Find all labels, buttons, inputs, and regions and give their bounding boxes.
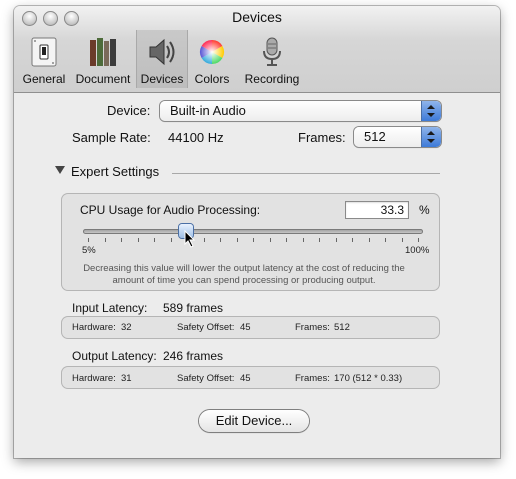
input-latency-value: 589 frames: [163, 301, 224, 315]
percent-unit: %: [419, 203, 430, 217]
device-popup[interactable]: Built-in Audio: [160, 101, 441, 121]
slider-tick: [137, 238, 139, 242]
slider-tick: [385, 238, 386, 242]
output-latency-label: Output Latency:: [72, 349, 157, 363]
slider-tick: [286, 238, 287, 242]
device-label: Device:: [107, 103, 151, 118]
edit-device-button[interactable]: Edit Device...: [199, 410, 309, 432]
slider-tick: [104, 238, 106, 242]
microphone-icon: [263, 37, 281, 66]
slider-tick: [220, 238, 221, 242]
output-frames-value: 170 (512 * 0.33): [334, 373, 403, 384]
cpu-usage-label: CPU Usage for Audio Processing:: [80, 203, 261, 217]
speaker-icon: [149, 38, 175, 66]
frames-label: Frames:: [298, 130, 346, 145]
slider-tick: [335, 238, 337, 242]
output-safety-value: 45: [240, 373, 251, 384]
chevron-updown-icon: [421, 127, 441, 147]
slider-tick: [154, 238, 155, 242]
slider-tick: [253, 238, 254, 242]
input-safety-label: Safety Offset:: [177, 322, 235, 333]
cpu-usage-value: 33.3: [380, 203, 404, 217]
slider-tick: [269, 238, 271, 242]
frames-popup[interactable]: 512: [354, 127, 441, 147]
output-hardware-label: Hardware:: [72, 373, 116, 384]
slider-tick: [368, 238, 370, 242]
sample-rate-label: Sample Rate:: [72, 130, 151, 145]
input-safety-value: 45: [240, 322, 251, 333]
slider-tick: [203, 238, 205, 242]
toolbar-recording[interactable]: Recording: [236, 30, 308, 88]
slider-tick: [170, 238, 172, 242]
chevron-updown-icon: [421, 101, 441, 121]
toolbar-colors[interactable]: Colors: [190, 30, 234, 88]
output-safety-label: Safety Offset:: [177, 373, 235, 384]
cpu-usage-hint: Decreasing this value will lower the out…: [83, 263, 405, 286]
slider-tick: [236, 238, 238, 242]
frames-value: 512: [364, 129, 386, 144]
input-frames-label: Frames:: [295, 322, 330, 333]
cpu-usage-field[interactable]: 33.3: [345, 201, 409, 219]
slider-tick: [401, 238, 403, 242]
output-hardware-value: 31: [121, 373, 132, 384]
toolbar-recording-label: Recording: [244, 72, 300, 86]
cpu-usage-slider-track[interactable]: [83, 229, 423, 234]
toolbar-document[interactable]: Document: [72, 30, 134, 88]
mouse-cursor-icon: [184, 230, 196, 248]
slider-tick: [121, 238, 122, 242]
slider-tick: [319, 238, 320, 242]
input-latency-label: Input Latency:: [72, 301, 148, 315]
output-frames-label: Frames:: [295, 373, 330, 384]
books-icon: [90, 38, 116, 66]
slider-tick: [302, 238, 304, 242]
expert-settings-title: Expert Settings: [71, 164, 160, 179]
toolbar-colors-label: Colors: [194, 72, 230, 86]
sample-rate-value: 44100 Hz: [168, 130, 224, 145]
disclosure-triangle-icon[interactable]: [55, 166, 65, 174]
toolbar-devices[interactable]: Devices: [136, 30, 188, 88]
input-hardware-label: Hardware:: [72, 322, 116, 333]
slider-tick: [88, 238, 89, 242]
section-divider: [172, 173, 440, 174]
input-frames-value: 512: [334, 322, 350, 333]
toolbar-general[interactable]: General: [18, 30, 70, 88]
toolbar-general-label: General: [22, 72, 66, 86]
output-latency-value: 246 frames: [163, 349, 224, 363]
slider-tick: [418, 238, 419, 242]
device-value: Built-in Audio: [170, 103, 246, 118]
switch-icon: [31, 37, 57, 67]
input-hardware-value: 32: [121, 322, 132, 333]
toolbar-devices-label: Devices: [140, 72, 184, 86]
slider-max-label: 100%: [405, 245, 430, 256]
slider-min-label: 5%: [82, 245, 96, 256]
toolbar-document-label: Document: [75, 72, 131, 86]
window-title: Devices: [232, 9, 282, 25]
slider-tick: [352, 238, 353, 242]
titlebar: Devices General Document Devices Colors …: [14, 6, 500, 93]
color-wheel-icon: [199, 39, 225, 64]
